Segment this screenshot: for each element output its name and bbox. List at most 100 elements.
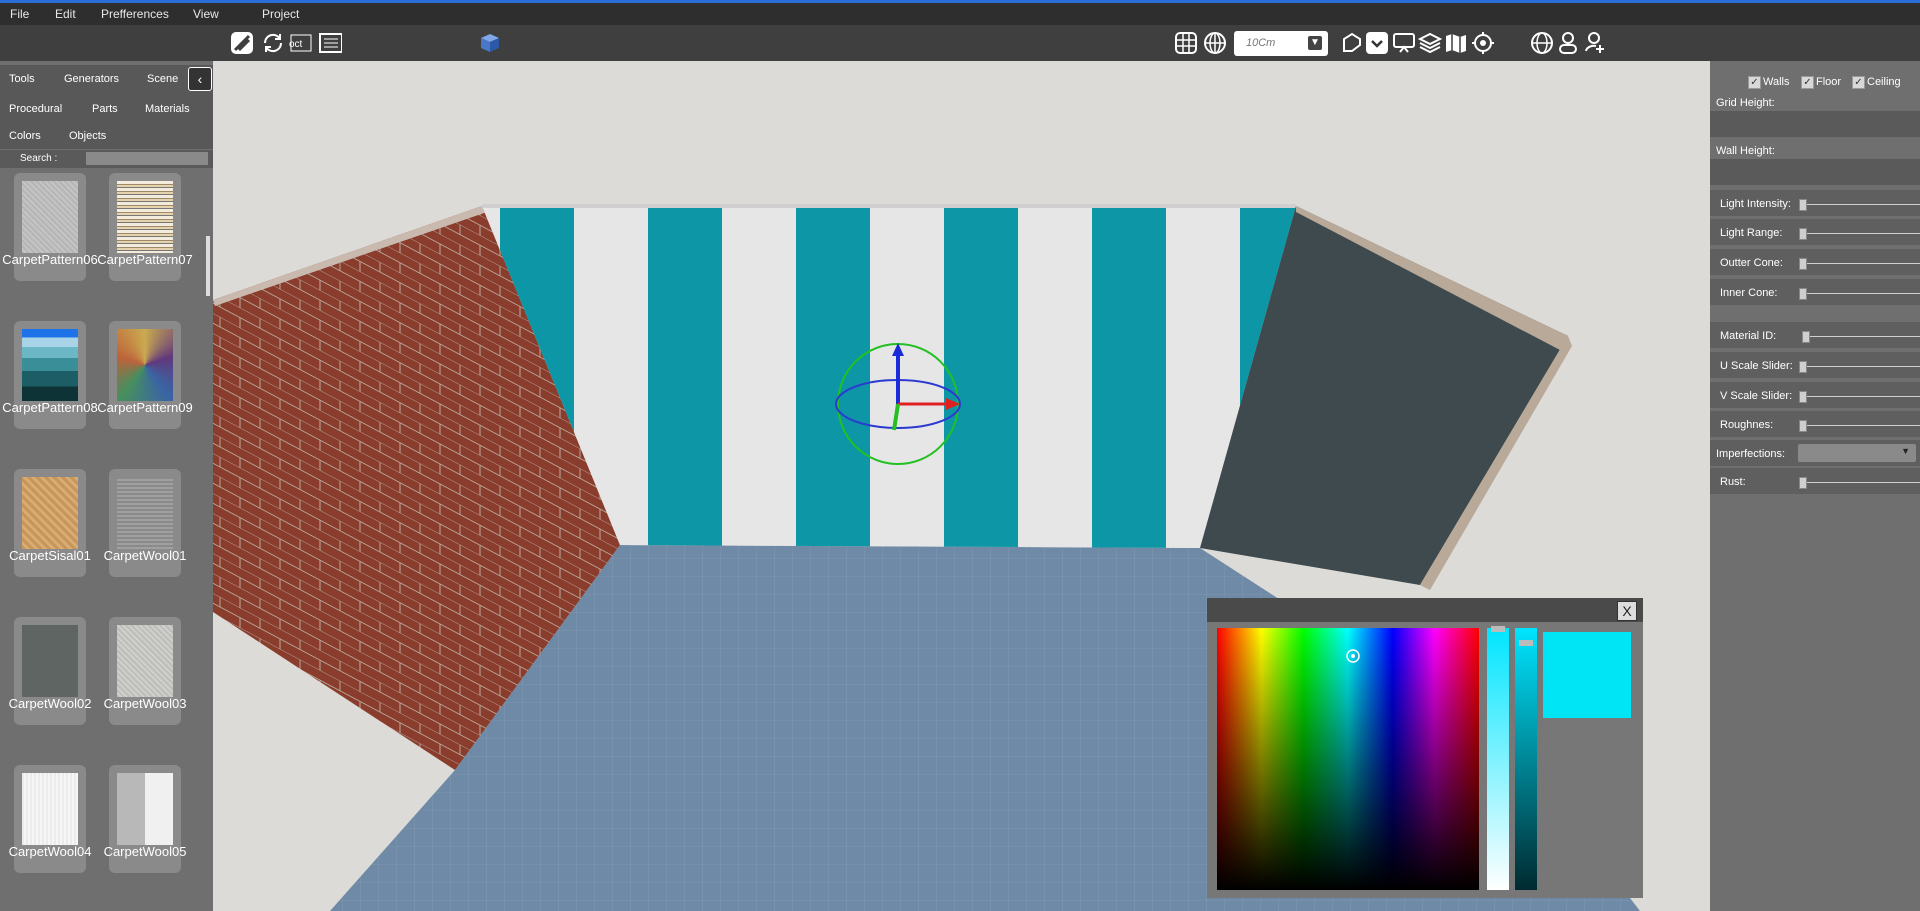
- u-scale-knob[interactable]: [1799, 361, 1807, 373]
- tab-parts[interactable]: Parts: [92, 103, 118, 115]
- search-input[interactable]: [86, 152, 208, 165]
- tab-colors[interactable]: Colors: [9, 130, 41, 142]
- tab-materials[interactable]: Materials: [145, 103, 190, 115]
- material-name: CarpetWool02: [8, 696, 92, 711]
- wall-trim-top: [482, 204, 1296, 208]
- brightness-handle[interactable]: [1519, 640, 1533, 646]
- saturation-strip[interactable]: [1487, 626, 1509, 890]
- cube-icon[interactable]: [478, 31, 502, 55]
- color-picker-dialog: X: [1207, 598, 1643, 898]
- rust-slider[interactable]: [1802, 482, 1920, 483]
- wall-height-label: Wall Height:: [1716, 145, 1775, 157]
- chevron-down-icon[interactable]: ▼: [1308, 36, 1322, 50]
- material-id-label: Material ID:: [1720, 330, 1777, 342]
- v-scale-slider[interactable]: [1802, 396, 1920, 397]
- roughness-slider[interactable]: [1802, 425, 1920, 426]
- target-icon[interactable]: [1471, 31, 1495, 55]
- grid-unit-select[interactable]: 10Cm ▼: [1234, 31, 1328, 56]
- globe-icon[interactable]: [1530, 31, 1554, 55]
- close-picker-button[interactable]: X: [1617, 601, 1637, 621]
- logo-icon[interactable]: [230, 31, 254, 55]
- monitor-icon[interactable]: [1392, 31, 1416, 55]
- material-name: CarpetWool04: [8, 844, 92, 859]
- tab-tools[interactable]: Tools: [9, 73, 35, 85]
- light-range-slider[interactable]: [1802, 233, 1920, 234]
- wall-height-input[interactable]: [1710, 159, 1920, 185]
- ceiling-label: Ceiling: [1867, 76, 1901, 88]
- grid-icon[interactable]: [1174, 31, 1198, 55]
- rust-knob[interactable]: [1799, 477, 1807, 489]
- material-preview: [117, 773, 173, 845]
- material-name: CarpetSisal01: [9, 548, 91, 563]
- grid-height-label: Grid Height:: [1716, 97, 1775, 109]
- material-preview: [117, 625, 173, 697]
- saturation-handle[interactable]: [1491, 626, 1505, 632]
- light-range-knob[interactable]: [1799, 228, 1807, 240]
- material-preview: [117, 477, 173, 549]
- material-name: CarpetPattern09: [97, 400, 193, 415]
- selected-color-swatch: [1543, 632, 1631, 718]
- material-list-scrollbar[interactable]: [206, 236, 210, 296]
- color-picker-titlebar[interactable]: X: [1207, 598, 1643, 622]
- octagon-icon[interactable]: oct: [289, 31, 313, 55]
- globe-grid-icon[interactable]: [1203, 31, 1227, 55]
- scene-icon[interactable]: [318, 31, 342, 55]
- person-icon[interactable]: [1556, 31, 1580, 55]
- roughness-knob[interactable]: [1799, 420, 1807, 432]
- u-scale-slider[interactable]: [1802, 366, 1920, 367]
- walls-checkbox[interactable]: ✓: [1748, 76, 1761, 89]
- tab-objects[interactable]: Objects: [69, 130, 106, 142]
- material-id-knob[interactable]: [1802, 331, 1810, 343]
- ceiling-checkbox[interactable]: ✓: [1852, 76, 1865, 89]
- floor-checkbox[interactable]: ✓: [1801, 76, 1814, 89]
- light-intensity-slider[interactable]: [1802, 204, 1920, 205]
- material-preview: [22, 181, 78, 253]
- outter-cone-knob[interactable]: [1799, 258, 1807, 270]
- inner-cone-slider[interactable]: [1802, 293, 1920, 294]
- brightness-strip[interactable]: [1515, 628, 1537, 890]
- menu-project[interactable]: Project: [262, 7, 299, 21]
- collapse-panel-icon[interactable]: ‹: [188, 67, 212, 91]
- v-scale-knob[interactable]: [1799, 391, 1807, 403]
- walls-label: Walls: [1763, 76, 1790, 88]
- map-icon[interactable]: [1444, 31, 1468, 55]
- user-sync-icon[interactable]: [1582, 31, 1606, 55]
- light-intensity-knob[interactable]: [1799, 199, 1807, 211]
- outter-cone-label: Outter Cone:: [1720, 257, 1783, 269]
- menu-view[interactable]: View: [193, 7, 219, 21]
- tab-scene[interactable]: Scene: [147, 73, 178, 85]
- material-preview: [22, 477, 78, 549]
- tab-procedural[interactable]: Procedural: [9, 103, 62, 115]
- material-preview: [22, 625, 78, 697]
- room-wall-back[interactable]: [482, 206, 1296, 548]
- menu-edit[interactable]: Edit: [55, 7, 76, 21]
- material-preview: [117, 329, 173, 401]
- menu-prefferences[interactable]: Prefferences: [101, 7, 169, 21]
- grid-height-input[interactable]: [1710, 111, 1920, 137]
- material-name: CarpetPattern07: [97, 252, 193, 267]
- inner-cone-knob[interactable]: [1799, 288, 1807, 300]
- tab-generators[interactable]: Generators: [64, 73, 119, 85]
- outter-cone-slider[interactable]: [1802, 263, 1920, 264]
- layers-icon[interactable]: [1418, 31, 1442, 55]
- chevron-down-icon: ▼: [1901, 446, 1910, 456]
- inner-cone-label: Inner Cone:: [1720, 287, 1778, 299]
- material-preview: [22, 773, 78, 845]
- checkbox-toggle-icon[interactable]: [1366, 32, 1388, 54]
- refresh-icon[interactable]: [261, 31, 285, 55]
- color-spectrum[interactable]: [1217, 628, 1479, 890]
- v-scale-label: V Scale Slider:: [1720, 390, 1793, 402]
- material-name: CarpetWool01: [103, 548, 187, 563]
- material-name: CarpetPattern06: [2, 252, 98, 267]
- material-id-slider[interactable]: [1802, 336, 1920, 337]
- material-name: CarpetPattern08: [2, 400, 98, 415]
- grid-unit-value: 10Cm: [1246, 37, 1276, 49]
- material-preview: [117, 181, 173, 253]
- color-selector-icon[interactable]: [1217, 628, 1479, 890]
- light-intensity-label: Light Intensity:: [1720, 198, 1791, 210]
- shape-icon[interactable]: [1340, 31, 1364, 55]
- left-panel: Tools Generators Scene ‹ Procedural Part…: [0, 61, 213, 911]
- right-panel: ✓ Walls ✓ Floor ✓ Ceiling Grid Height: W…: [1710, 61, 1920, 911]
- imperfections-dropdown[interactable]: ▼: [1798, 444, 1916, 462]
- menu-file[interactable]: File: [10, 7, 29, 21]
